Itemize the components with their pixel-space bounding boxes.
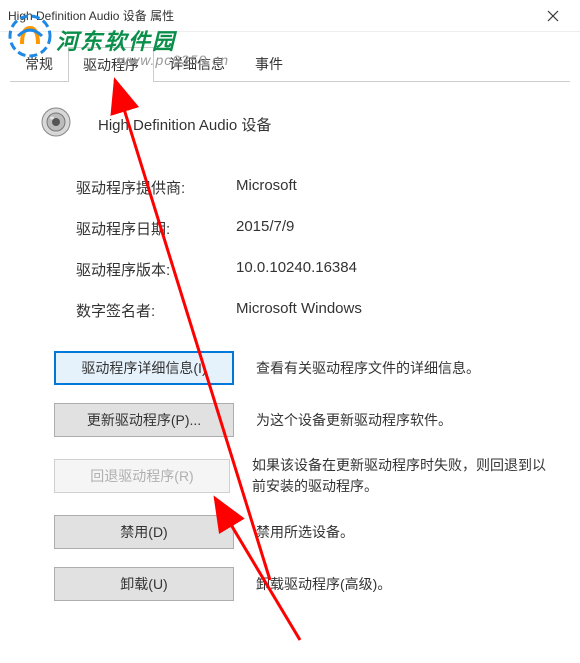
rollback-driver-desc: 如果该设备在更新驱动程序时失败，则回退到以前安装的驱动程序。 — [252, 455, 552, 497]
device-name: High Definition Audio 设备 — [98, 114, 271, 135]
uninstall-button[interactable]: 卸载(U) — [54, 567, 234, 601]
tab-content: High Definition Audio 设备 驱动程序提供商: Micros… — [0, 82, 580, 641]
update-driver-desc: 为这个设备更新驱动程序软件。 — [256, 410, 452, 431]
version-label: 驱动程序版本: — [76, 259, 236, 280]
watermark-url: www.pc0359.cn — [118, 52, 229, 68]
speaker-icon — [38, 104, 74, 145]
watermark-logo-icon — [8, 14, 52, 63]
version-value: 10.0.10240.16384 — [236, 259, 357, 280]
provider-label: 驱动程序提供商: — [76, 177, 236, 198]
device-header: High Definition Audio 设备 — [28, 104, 552, 145]
row-uninstall: 卸载(U) 卸载驱动程序(高级)。 — [54, 567, 552, 601]
button-area: 驱动程序详细信息(I) 查看有关驱动程序文件的详细信息。 更新驱动程序(P)..… — [54, 351, 552, 601]
info-row-provider: 驱动程序提供商: Microsoft — [76, 177, 552, 198]
signer-value: Microsoft Windows — [236, 300, 362, 321]
uninstall-desc: 卸载驱动程序(高级)。 — [256, 574, 391, 595]
row-details: 驱动程序详细信息(I) 查看有关驱动程序文件的详细信息。 — [54, 351, 552, 385]
driver-details-desc: 查看有关驱动程序文件的详细信息。 — [256, 358, 480, 379]
rollback-driver-button: 回退驱动程序(R) — [54, 459, 230, 493]
close-icon — [547, 10, 559, 22]
row-rollback: 回退驱动程序(R) 如果该设备在更新驱动程序时失败，则回退到以前安装的驱动程序。 — [54, 455, 552, 497]
info-row-date: 驱动程序日期: 2015/7/9 — [76, 218, 552, 239]
info-row-version: 驱动程序版本: 10.0.10240.16384 — [76, 259, 552, 280]
info-row-signer: 数字签名者: Microsoft Windows — [76, 300, 552, 321]
update-driver-button[interactable]: 更新驱动程序(P)... — [54, 403, 234, 437]
signer-label: 数字签名者: — [76, 300, 236, 321]
disable-desc: 禁用所选设备。 — [256, 522, 354, 543]
driver-info: 驱动程序提供商: Microsoft 驱动程序日期: 2015/7/9 驱动程序… — [76, 177, 552, 321]
close-button[interactable] — [530, 1, 576, 31]
date-value: 2015/7/9 — [236, 218, 294, 239]
disable-button[interactable]: 禁用(D) — [54, 515, 234, 549]
driver-details-button[interactable]: 驱动程序详细信息(I) — [54, 351, 234, 385]
date-label: 驱动程序日期: — [76, 218, 236, 239]
tab-events[interactable]: 事件 — [240, 46, 298, 81]
row-update: 更新驱动程序(P)... 为这个设备更新驱动程序软件。 — [54, 403, 552, 437]
row-disable: 禁用(D) 禁用所选设备。 — [54, 515, 552, 549]
provider-value: Microsoft — [236, 177, 297, 198]
